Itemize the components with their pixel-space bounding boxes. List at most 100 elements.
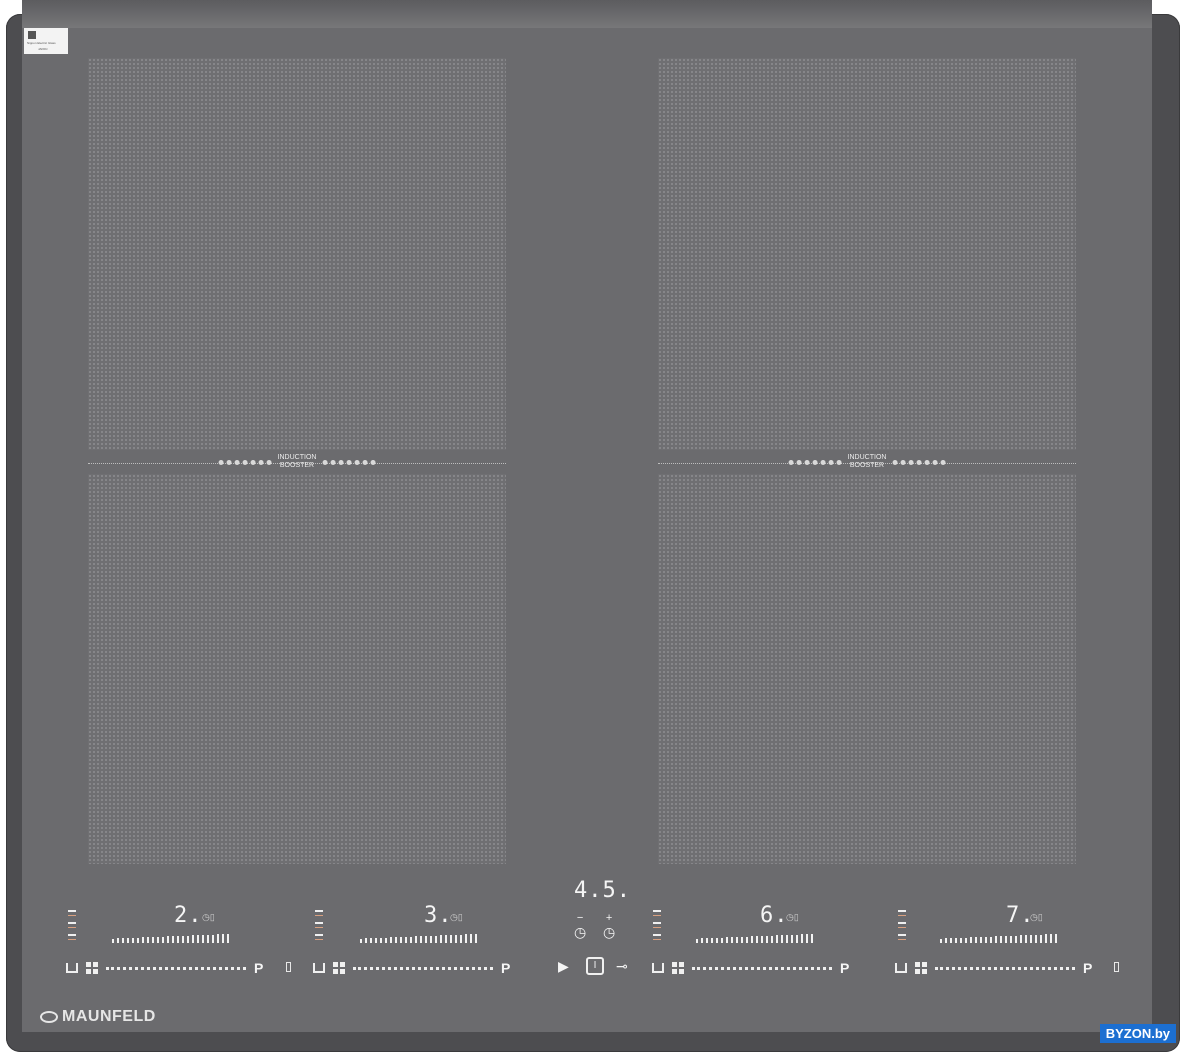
slider-tick [791,934,793,943]
slider-tick [425,936,427,943]
pot-icon[interactable] [652,963,664,973]
dot-scale [106,966,246,970]
slider-tick [147,937,149,943]
zone-2-function-row: P [313,960,510,976]
slider-tick [1030,935,1032,943]
cookware-indicator-icons [68,910,76,946]
slider-tick [470,934,472,943]
slider-tick [960,937,962,943]
slider-tick [137,937,139,943]
pot-icon[interactable] [895,963,907,973]
slider-tick [360,938,362,943]
slider-tick [370,938,372,943]
timer-indicator-icon: ◷▯ [202,912,215,922]
key-lock-icon[interactable]: ⊸ [616,958,628,975]
slider-tick [465,934,467,943]
slider-tick [207,934,209,943]
zone-1-power-slider[interactable] [112,934,229,943]
pause-play-icon[interactable]: ▶ [558,958,569,975]
slider-tick [375,938,377,943]
power-boost-button[interactable]: P [254,960,263,976]
watermark: BYZON.by [1099,1024,1176,1043]
zone-right-front[interactable] [658,474,1076,864]
booster-divider-right: INDUCTION BOOSTER [658,454,1076,469]
slider-tick [157,936,159,943]
power-boost-button[interactable]: P [840,960,849,976]
slider-tick [955,938,957,943]
slider-tick [420,936,422,943]
slider-tick [756,936,758,943]
booster-label: INDUCTION BOOSTER [277,454,317,469]
timer-indicator-icon: ◷▯ [1030,912,1043,922]
slider-tick [172,936,174,943]
slider-tick [940,938,942,943]
slider-tick [766,935,768,943]
slider-tick [132,937,134,943]
slider-tick [142,937,144,943]
slider-tick [1050,934,1052,943]
clock-icon: ◷ [574,924,587,940]
slider-tick [400,937,402,943]
slider-tick [227,934,229,943]
zone-left-front[interactable] [88,474,506,864]
slider-tick [761,936,763,943]
zone-4-power-slider[interactable] [940,934,1057,943]
flex-zone-icon[interactable] [333,962,345,974]
slider-tick [460,934,462,943]
clock-icon: ◷ [603,924,616,940]
slider-tick [415,936,417,943]
slider-tick [1020,935,1022,943]
slider-tick [945,938,947,943]
dot-scale [692,966,832,970]
timer-minus-button[interactable]: − ◷ [574,912,586,941]
slider-tick [167,936,169,943]
pot-icon[interactable] [66,963,78,973]
zone-3-function-row: P [652,960,849,976]
slider-tick [701,938,703,943]
brand-logo: MAUNFELD [40,1008,156,1026]
slider-tick [1040,934,1042,943]
slider-tick [716,937,718,943]
cookware-indicator-icons [653,910,661,946]
slider-tick [430,935,432,943]
flex-zone-icon[interactable] [86,962,98,974]
slider-tick [122,938,124,943]
slider-tick [1045,934,1047,943]
flex-zone-icon[interactable] [915,962,927,974]
slider-tick [751,936,753,943]
pot-icon[interactable] [313,963,325,973]
slider-tick [162,936,164,943]
slider-tick [390,937,392,943]
timer-display: 4.5. [574,878,631,903]
slider-tick [435,935,437,943]
brand-icon [40,1011,58,1023]
slider-tick [1055,934,1057,943]
slider-tick [217,934,219,943]
flex-zone-icon[interactable] [672,962,684,974]
slider-tick [177,936,179,943]
zone-3-power-slider[interactable] [696,934,813,943]
slider-tick [975,937,977,943]
slider-tick [1010,935,1012,943]
zone-right-rear[interactable] [658,58,1076,450]
slider-tick [746,936,748,943]
slider-tick [801,934,803,943]
slider-tick [475,934,477,943]
slider-tick [965,937,967,943]
slider-tick [202,935,204,943]
cookware-indicator-icons [315,910,323,946]
slider-tick [786,935,788,943]
slider-tick [385,937,387,943]
zone-left-rear[interactable] [88,58,506,450]
power-boost-button[interactable]: P [1083,960,1092,976]
power-icon[interactable]: I [586,957,604,975]
timer-plus-button[interactable]: + ◷ [603,912,615,941]
slider-tick [736,937,738,943]
badge-line1: Nippon Electric Glass [27,41,56,45]
slider-tick [731,937,733,943]
slider-tick [405,936,407,943]
pause-indicator [286,962,291,972]
power-boost-button[interactable]: P [501,960,510,976]
slider-tick [1015,935,1017,943]
zone-2-power-slider[interactable] [360,934,477,943]
